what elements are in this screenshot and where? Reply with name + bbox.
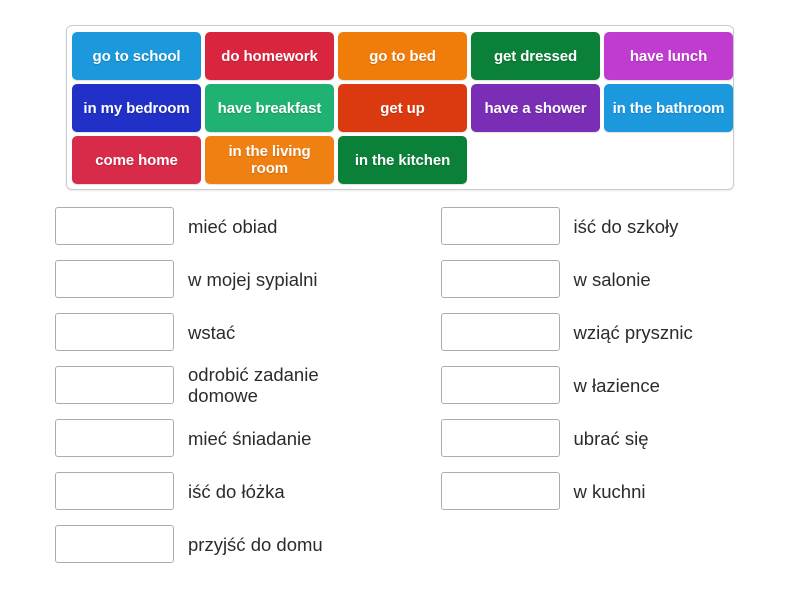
answer-row: odrobić zadanie domowe [55,359,380,411]
answer-label: w mojej sypialni [188,268,318,290]
word-tile[interactable]: come home [72,136,201,184]
word-bank-panel: go to school do homework go to bed get dres… [66,25,734,190]
answer-label: w łazience [573,374,660,396]
drop-slot[interactable] [440,313,560,351]
answer-row: w salonie [440,253,766,305]
answer-label: iść do łóżka [188,480,285,502]
drop-slot[interactable] [440,472,560,510]
drop-slot[interactable] [55,366,174,404]
drop-slot[interactable] [55,207,174,245]
word-tile[interactable]: in the bathroom [604,84,733,132]
drop-slot[interactable] [55,260,174,298]
answer-label: mieć śniadanie [188,427,312,449]
answer-row: mieć śniadanie [55,412,380,464]
answer-label: wziąć prysznic [573,321,693,343]
answer-label: przyjść do domu [188,533,323,555]
answer-label: odrobić zadanie domowe [188,364,319,406]
answer-label: ubrać się [573,427,649,449]
word-tile[interactable]: in my bedroom [72,84,201,132]
answer-label: w salonie [573,268,651,290]
drop-slot[interactable] [55,419,174,457]
answer-row: w mojej sypialni [55,253,380,305]
drop-slot[interactable] [440,366,560,404]
word-tile[interactable]: in the living room [205,136,334,184]
answer-row: wziąć prysznic [440,306,766,358]
answer-row: przyjść do domu [55,518,380,570]
word-tile[interactable]: have breakfast [205,84,334,132]
answers-left-column: mieć obiad w mojej sypialni wstać odrobić z… [55,200,380,571]
answers-right-column: iść do szkoły w salonie wziąć prysznic w ła… [440,200,766,571]
drop-slot[interactable] [55,313,174,351]
answer-row: w kuchni [440,465,766,517]
word-tile[interactable]: get dressed [471,32,600,80]
drop-slot[interactable] [55,525,174,563]
answer-label: wstać [188,321,236,343]
word-bank-row: come home in the living room in the kitche… [72,136,728,184]
word-tile[interactable]: have a shower [471,84,600,132]
answer-row: mieć obiad [55,200,380,252]
drop-slot[interactable] [55,472,174,510]
drop-slot[interactable] [440,207,560,245]
answer-row: ubrać się [440,412,766,464]
word-tile[interactable]: in the kitchen [338,136,467,184]
answer-label: mieć obiad [188,215,278,237]
answer-row: iść do szkoły [440,200,766,252]
answer-label: iść do szkoły [573,215,679,237]
drop-slot[interactable] [440,419,560,457]
answer-row: w łazience [440,359,766,411]
word-tile[interactable]: do homework [205,32,334,80]
answers-area: mieć obiad w mojej sypialni wstać odrobić z… [55,200,765,571]
answer-label: w kuchni [573,480,646,502]
answer-row: wstać [55,306,380,358]
word-bank-row: in my bedroom have breakfast get up have a … [72,84,733,132]
drop-slot[interactable] [440,260,560,298]
answer-row: iść do łóżka [55,465,380,517]
word-tile[interactable]: have lunch [604,32,733,80]
word-tile[interactable]: get up [338,84,467,132]
word-tile[interactable]: go to bed [338,32,467,80]
word-tile[interactable]: go to school [72,32,201,80]
word-bank-row: go to school do homework go to bed get dres… [72,32,733,80]
